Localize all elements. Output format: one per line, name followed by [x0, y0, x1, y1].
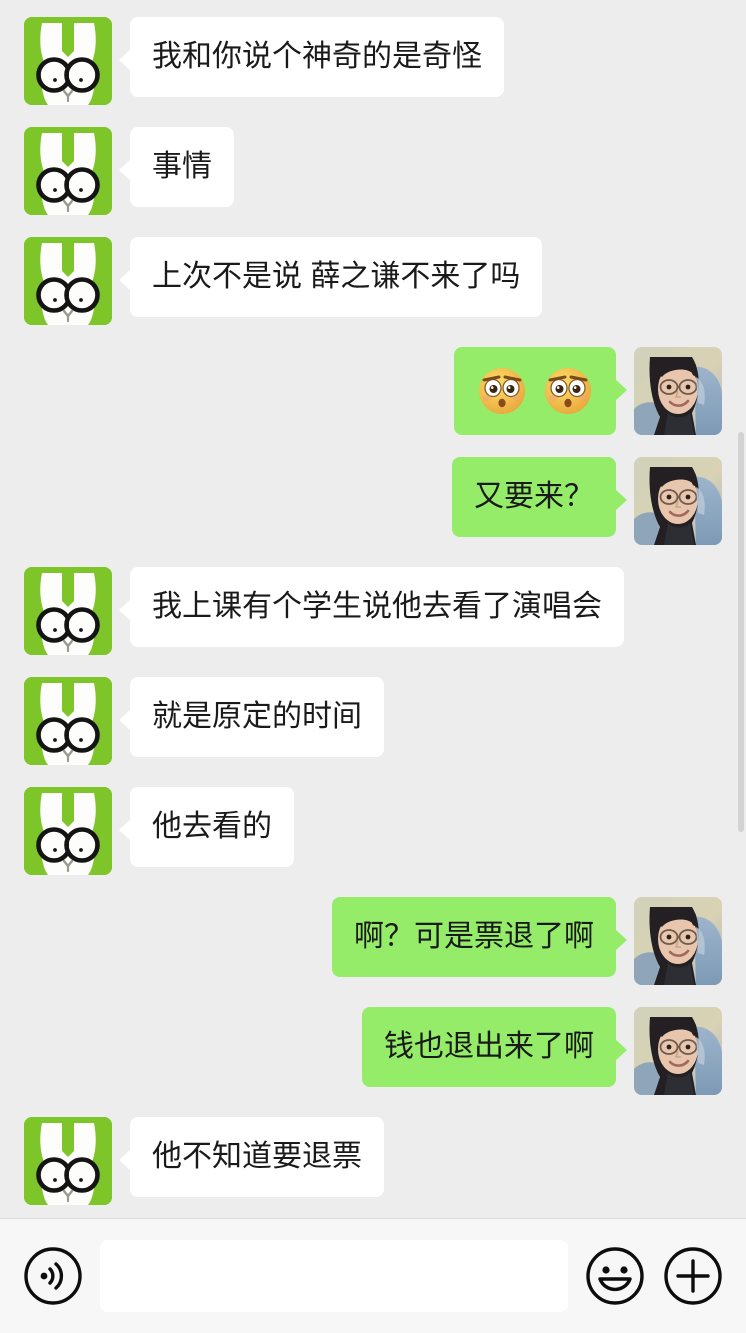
- message-row: [0, 347, 746, 435]
- message-row: 钱也退出来了啊: [0, 1007, 746, 1095]
- message-bubble[interactable]: 就是原定的时间: [119, 677, 384, 757]
- smiley-face-icon[interactable]: [584, 1245, 646, 1307]
- message-text: 上次不是说 薛之谦不来了吗: [152, 260, 521, 293]
- rabbit-avatar[interactable]: [24, 787, 112, 875]
- message-text: 他去看的: [152, 810, 272, 843]
- photo-avatar[interactable]: [634, 457, 722, 545]
- message-bubble[interactable]: 事情: [119, 127, 234, 207]
- message-text: 事情: [152, 150, 212, 183]
- message-bubble[interactable]: 他去看的: [119, 787, 294, 867]
- message-row: 我和你说个神奇的是奇怪: [0, 17, 746, 105]
- message-row: 事情: [0, 127, 746, 215]
- message-bubble[interactable]: 我上课有个学生说他去看了演唱会: [119, 567, 624, 647]
- rabbit-avatar[interactable]: [24, 127, 112, 215]
- message-bubble[interactable]: [454, 347, 627, 435]
- message-row: 啊？可是票退了啊: [0, 897, 746, 985]
- photo-avatar[interactable]: [634, 1007, 722, 1095]
- voice-message-icon[interactable]: [22, 1245, 84, 1307]
- message-bubble[interactable]: 又要来？: [452, 457, 627, 537]
- message-row: 就是原定的时间: [0, 677, 746, 765]
- shocked-face-emoji: [479, 368, 525, 414]
- rabbit-avatar[interactable]: [24, 567, 112, 655]
- photo-avatar[interactable]: [634, 897, 722, 985]
- message-bubble[interactable]: 我和你说个神奇的是奇怪: [119, 17, 504, 97]
- scrollbar-thumb[interactable]: [738, 432, 744, 832]
- rabbit-avatar[interactable]: [24, 677, 112, 765]
- message-text: 我和你说个神奇的是奇怪: [152, 40, 482, 73]
- message-bubble[interactable]: 钱也退出来了啊: [362, 1007, 627, 1087]
- message-text-input[interactable]: [100, 1240, 568, 1312]
- message-row: 他去看的: [0, 787, 746, 875]
- message-text: 他不知道要退票: [152, 1140, 362, 1173]
- message-row: 又要来？: [0, 457, 746, 545]
- chat-screen: 我和你说个神奇的是奇怪 事情上次不是说 薛之谦不来了吗又要来？ 我上课有个学生说他去…: [0, 0, 746, 1333]
- plus-circle-icon[interactable]: [662, 1245, 724, 1307]
- message-text: 钱也退出来了啊: [384, 1030, 594, 1063]
- message-row: 他不知道要退票: [0, 1117, 746, 1205]
- scrollbar-track[interactable]: [736, 210, 746, 832]
- shocked-face-emoji: [545, 368, 591, 414]
- message-input-bar: [0, 1218, 746, 1333]
- message-row: 上次不是说 薛之谦不来了吗: [0, 237, 746, 325]
- message-row: 我上课有个学生说他去看了演唱会: [0, 567, 746, 655]
- message-text: 就是原定的时间: [152, 700, 362, 733]
- message-list[interactable]: 我和你说个神奇的是奇怪 事情上次不是说 薛之谦不来了吗又要来？ 我上课有个学生说他去…: [0, 0, 746, 1218]
- message-text: 啊？可是票退了啊: [354, 920, 594, 953]
- message-text: 我上课有个学生说他去看了演唱会: [152, 590, 602, 623]
- message-bubble[interactable]: 啊？可是票退了啊: [332, 897, 627, 977]
- rabbit-avatar[interactable]: [24, 1117, 112, 1205]
- message-text: 又要来？: [474, 480, 594, 513]
- photo-avatar[interactable]: [634, 347, 722, 435]
- rabbit-avatar[interactable]: [24, 237, 112, 325]
- emoji-group: [476, 365, 594, 417]
- message-bubble[interactable]: 上次不是说 薛之谦不来了吗: [118, 237, 543, 317]
- rabbit-avatar[interactable]: [24, 17, 112, 105]
- message-bubble[interactable]: 他不知道要退票: [119, 1117, 384, 1197]
